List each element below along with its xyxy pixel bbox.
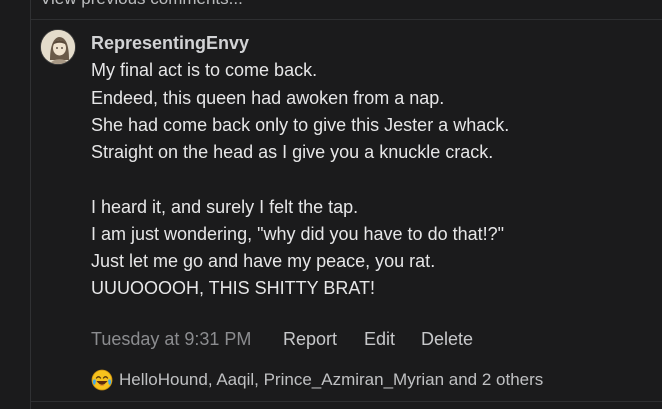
comment-body-line: My final act is to come back.: [91, 60, 318, 80]
view-previous-comments-link[interactable]: View previous comments...: [40, 0, 243, 9]
comment-thread: View previous comments... RepresentingEn…: [0, 0, 662, 409]
comment-body-line: Straight on the head as I give you a knu…: [91, 142, 494, 162]
delete-button[interactable]: Delete: [421, 329, 473, 350]
comment-body-line: UUUOOOOH, THIS SHITTY BRAT!: [91, 278, 376, 298]
comment-timestamp[interactable]: Tuesday at 9:31 PM: [91, 329, 251, 350]
divider: [31, 19, 662, 20]
reactions-bar[interactable]: HelloHound, Aaqil, Prince_Azmiran_Myrian…: [91, 369, 543, 391]
report-button[interactable]: Report: [283, 329, 337, 350]
comment-body-line: Endeed, this queen had awoken from a nap…: [91, 88, 445, 108]
comment-body-line: She had come back only to give this Jest…: [91, 115, 510, 135]
laughing-crying-emoji-icon: [91, 369, 113, 391]
comment-body-line: I am just wondering, "why did you have t…: [91, 224, 505, 244]
thread-rail: [30, 0, 31, 409]
edit-button[interactable]: Edit: [364, 329, 395, 350]
reaction-users-summary[interactable]: HelloHound, Aaqil, Prince_Azmiran_Myrian…: [119, 370, 543, 390]
comment-body-line: Just let me go and have my peace, you ra…: [91, 251, 436, 271]
avatar[interactable]: [40, 29, 76, 65]
comment-body-line: I heard it, and surely I felt the tap.: [91, 197, 359, 217]
avatar-image: [41, 30, 75, 64]
comment-author[interactable]: RepresentingEnvy: [91, 33, 249, 54]
divider: [31, 401, 662, 402]
